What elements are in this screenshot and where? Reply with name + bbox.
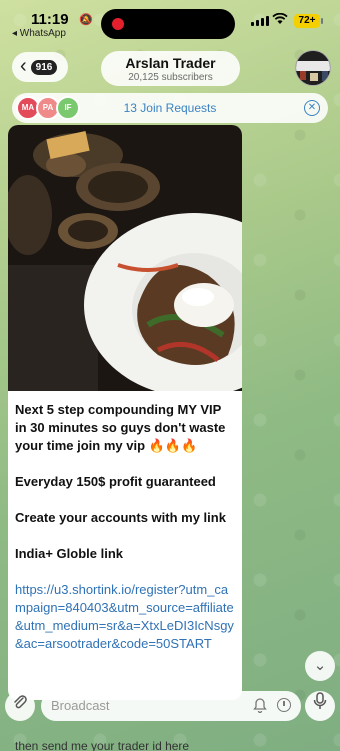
channel-post[interactable]: Next 5 step compounding MY VIP in 30 min… <box>8 125 242 700</box>
timer-icon[interactable] <box>277 698 291 712</box>
post-line: India+ Globle link <box>15 546 123 561</box>
post-photo[interactable] <box>8 125 242 391</box>
channel-title[interactable]: Arslan Trader 20,125 subscribers <box>101 51 240 86</box>
battery-indicator: 72+ <box>294 14 323 28</box>
cellular-signal-icon <box>251 16 269 26</box>
mic-button[interactable] <box>305 691 335 721</box>
bell-icon[interactable] <box>253 698 267 716</box>
post-line: Create your accounts with my link <box>15 510 226 525</box>
wifi-icon <box>272 12 288 28</box>
scroll-down-button[interactable]: ⌄ <box>305 651 335 681</box>
status-time: 11:19 <box>31 11 69 28</box>
chevron-down-icon: ⌄ <box>313 657 327 674</box>
back-button[interactable]: ‹ 916 <box>12 52 68 82</box>
bell-off-icon: 🔕 <box>79 14 93 26</box>
unread-count-badge: 916 <box>30 59 58 75</box>
attach-button[interactable] <box>5 691 35 721</box>
register-link[interactable]: https://u3.shortink.io/register?utm_camp… <box>15 581 235 653</box>
join-requests-label[interactable]: 13 Join Requests <box>12 101 328 115</box>
channel-avatar[interactable] <box>295 50 331 86</box>
dynamic-island <box>101 9 235 39</box>
join-requests-bar[interactable]: MA PA IF 13 Join Requests ✕ <box>12 93 328 123</box>
status-bar: 11:19 🔕 ◂ WhatsApp 72+ <box>0 0 340 42</box>
subscriber-count: 20,125 subscribers <box>128 72 213 83</box>
back-to-app-link[interactable]: ◂ WhatsApp <box>12 28 66 39</box>
channel-name: Arslan Trader <box>125 55 216 71</box>
partial-message-text: then send me your trader id here <box>15 739 190 751</box>
paperclip-icon <box>12 695 28 714</box>
broadcast-input[interactable] <box>51 698 241 713</box>
mic-icon <box>313 692 327 714</box>
close-icon[interactable]: ✕ <box>304 100 320 116</box>
chevron-left-icon: ‹ <box>20 55 27 77</box>
post-text: Next 5 step compounding MY VIP in 30 min… <box>8 391 242 653</box>
post-line: Everyday 150$ profit guaranteed <box>15 474 216 489</box>
broadcast-input-container[interactable] <box>41 691 301 721</box>
post-line: Next 5 step compounding MY VIP in 30 min… <box>15 402 226 453</box>
recording-indicator-icon <box>112 18 124 30</box>
